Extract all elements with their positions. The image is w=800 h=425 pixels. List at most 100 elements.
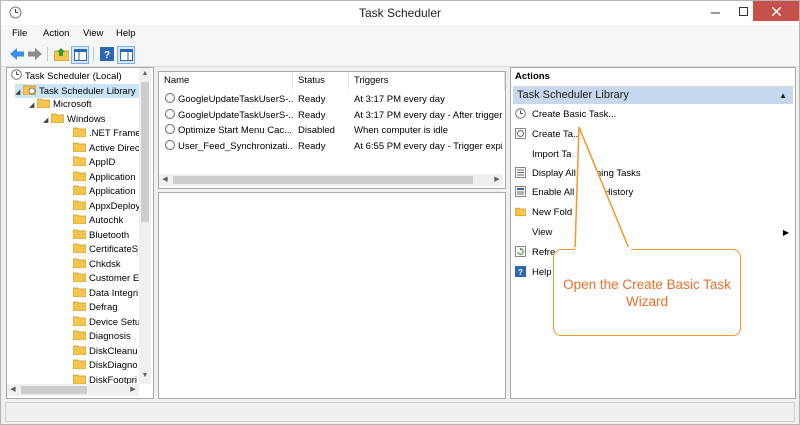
tree-item-folder[interactable]: DiskDiagno (73, 359, 138, 373)
tree-item-folder[interactable]: Defrag (73, 301, 118, 315)
tree-item-folder[interactable]: Autochk (73, 214, 123, 228)
forward-button[interactable] (27, 46, 43, 62)
tree-label: Chkdsk (89, 258, 121, 270)
task-row[interactable]: GoogleUpdateTaskUserS-... Ready At 3:17 PM… (159, 93, 503, 107)
console-tree: Task Scheduler (Local) ◢ Task Scheduler L… (6, 67, 154, 399)
tree-vertical-scrollbar[interactable]: ▲ ▼ (139, 68, 151, 384)
action-enable-all-tasks-history[interactable]: Enable All Tasks History (515, 184, 791, 202)
actions-pane: Actions Task Scheduler Library ▲ Create … (510, 67, 796, 399)
task-row[interactable]: Optimize Start Menu Cac... Disabled When c… (159, 124, 503, 138)
tree-label: Task Scheduler Library (39, 86, 136, 97)
column-header-name[interactable]: Name (159, 72, 293, 90)
tree-item-folder[interactable]: AppID (73, 156, 115, 170)
minimize-button[interactable] (701, 1, 729, 21)
tree-horizontal-scrollbar[interactable]: ◀ ▶ (7, 384, 139, 396)
tree-label: Diagnosis (89, 331, 131, 342)
show-hide-console-tree-button[interactable] (71, 46, 89, 64)
task-name-text: GoogleUpdateTaskUserS-... (178, 94, 293, 105)
action-label: Create Basic Task... (532, 109, 617, 120)
column-header-triggers[interactable]: Triggers (349, 72, 505, 90)
tree-item-folder[interactable]: Bluetooth (73, 229, 129, 243)
folder-up-icon (53, 47, 69, 61)
tree-root-label: Task Scheduler (Local) (25, 71, 122, 82)
task-row[interactable]: User_Feed_Synchronizati... Ready At 6:55 P… (159, 139, 503, 154)
tree-item-folder[interactable]: Application (73, 171, 135, 185)
tree-label: Device Setu (89, 316, 141, 328)
scroll-thumb[interactable] (21, 386, 87, 394)
task-name: GoogleUpdateTaskUserS-... (165, 108, 293, 123)
tree-item-folder[interactable]: CertificateS (73, 243, 138, 257)
scroll-down-arrow-icon[interactable]: ▼ (139, 370, 151, 382)
menu-help[interactable]: Help (116, 28, 136, 39)
action-label: Create Ta... (532, 129, 581, 140)
status-bar (5, 402, 795, 422)
task-trigger: When computer is idle (354, 125, 448, 136)
task-clock-icon (165, 139, 175, 150)
help-button[interactable]: ? (99, 46, 115, 62)
action-new-folder[interactable]: New Fold (515, 204, 791, 222)
task-name: Optimize Start Menu Cac... (165, 124, 293, 138)
callout-box: Open the Create Basic Task Wizard (553, 249, 741, 336)
callout-joint-icon (575, 247, 631, 251)
tree-item-folder[interactable]: Data Integri (73, 287, 138, 301)
tree-item-folder[interactable]: Diagnosis (73, 330, 131, 344)
action-import-task[interactable]: Import Ta (515, 146, 791, 164)
action-display-running-tasks[interactable]: Display All Running Tasks (515, 165, 791, 183)
task-status: Ready (298, 140, 326, 152)
folder-icon (73, 330, 86, 340)
folder-icon (73, 127, 86, 137)
action-label: Help (532, 267, 552, 278)
folder-icon (73, 185, 86, 195)
tree-item-folder[interactable]: AppxDeploy (73, 200, 140, 214)
action-create-task[interactable]: Create Ta... (515, 126, 791, 144)
create-basic-task-icon (515, 108, 526, 119)
actions-section-header[interactable]: Task Scheduler Library ▲ (513, 87, 793, 104)
task-list-horizontal-scrollbar[interactable]: ◀ ▶ (159, 174, 503, 186)
tree-item-folder[interactable]: Active Direc (73, 142, 140, 156)
back-button[interactable] (9, 46, 25, 62)
up-folder-button[interactable] (53, 46, 69, 62)
svg-text:?: ? (518, 268, 523, 277)
menu-action[interactable]: Action (43, 28, 69, 39)
scroll-thumb[interactable] (173, 176, 473, 184)
tree-item-folder[interactable]: Device Setu (73, 316, 140, 330)
task-detail-pane (158, 192, 506, 399)
scroll-right-arrow-icon[interactable]: ▶ (127, 384, 139, 396)
menu-file[interactable]: File (12, 28, 27, 39)
folder-icon (73, 229, 86, 239)
tree-item-folder[interactable]: Customer E (73, 272, 139, 286)
scroll-left-arrow-icon[interactable]: ◀ (159, 174, 171, 186)
close-button[interactable] (753, 1, 799, 21)
tree-label: DiskDiagno (89, 360, 138, 371)
actions-header: Actions (511, 68, 795, 87)
tree-label: Autochk (89, 215, 124, 226)
running-tasks-icon (515, 167, 526, 178)
action-create-basic-task[interactable]: Create Basic Task... (515, 106, 791, 124)
tree-item-folder[interactable]: Application (73, 185, 135, 199)
collapse-arrow-icon[interactable]: ▲ (779, 87, 787, 104)
minimize-icon (710, 12, 720, 13)
scroll-right-arrow-icon[interactable]: ▶ (491, 174, 503, 186)
show-hide-action-pane-button[interactable] (117, 46, 135, 64)
tree-item-windows[interactable]: ◢ Windows (43, 113, 106, 127)
task-list: Name Status Triggers GoogleUpdateTaskUse… (158, 71, 506, 189)
tree-root[interactable]: Task Scheduler (Local) (11, 69, 122, 83)
scroll-up-arrow-icon[interactable]: ▲ (139, 68, 151, 80)
tree-item-folder[interactable]: .NET Frame (73, 127, 141, 141)
folder-icon (73, 142, 86, 152)
task-row[interactable]: GoogleUpdateTaskUserS-... Ready At 3:17 PM… (159, 108, 503, 123)
menu-view[interactable]: View (83, 28, 103, 39)
tree-item-folder[interactable]: Chkdsk (73, 258, 121, 272)
tree-item-task-scheduler-library[interactable]: ◢ Task Scheduler Library (15, 84, 140, 98)
action-view[interactable]: View ▶ (515, 224, 791, 242)
expand-triangle-icon: ◢ (43, 117, 49, 124)
folder-icon (37, 98, 50, 108)
task-name: GoogleUpdateTaskUserS-... (165, 93, 293, 107)
tree-item-microsoft[interactable]: ◢ Microsoft (29, 98, 92, 112)
folder-icon (73, 258, 86, 268)
scroll-thumb[interactable] (141, 82, 149, 222)
help-icon: ? (515, 266, 526, 277)
scroll-left-arrow-icon[interactable]: ◀ (7, 384, 19, 396)
tree-item-folder[interactable]: DiskCleanu (73, 345, 138, 359)
column-header-status[interactable]: Status (293, 72, 349, 90)
